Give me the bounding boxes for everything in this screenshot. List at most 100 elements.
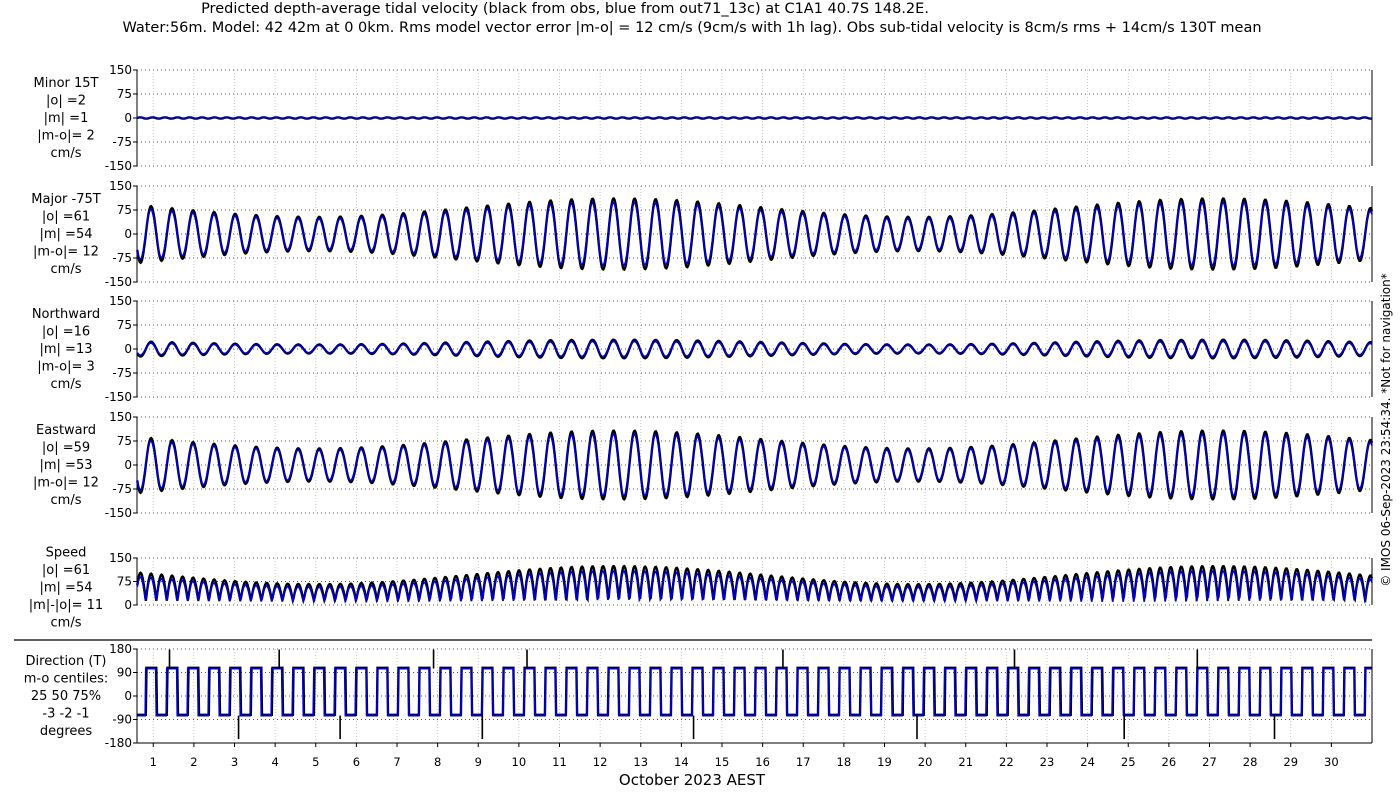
panel-label-minor: |m| =1 [44,111,89,126]
x-axis-label: October 2023 AEST [619,771,766,789]
panel-minor: 150 75 0 -75 -150 Minor 15T |o| =2 |m| =1 |m-o|=… [34,63,1373,173]
panel-label-minor: |o| =2 [46,94,86,109]
panel-speed: 150 75 0 Speed |o| =61 |m| =54 |m|-|o|= 11 cm/s [29,546,1374,631]
y-tick-label: -75 [112,251,132,265]
y-tick-label: 150 [109,410,132,424]
x-tick-label: 20 [918,755,933,769]
x-tick-label: 18 [837,755,852,769]
panel-east: 150 75 0 -75 -150 Eastward |o| =59 |m| =53 |m-o|… [33,410,1374,520]
panel-label-north: Northward [32,307,100,322]
y-tick-label: 0 [124,598,132,612]
x-tick-label: 8 [434,755,441,769]
x-tick-label: 7 [393,755,400,769]
x-tick-label: 14 [674,755,689,769]
panel-label-direction: 25 50 75% [31,689,101,704]
panel-label-minor: |m-o|= 2 [37,129,95,144]
series-model-north [136,340,1373,358]
x-tick-label: 5 [312,755,319,769]
tidal-velocity-figure: Predicted depth-average tidal velocity (… [14,1,1393,789]
x-tick-label: 4 [271,755,278,769]
panel-label-speed: |m|-|o|= 11 [29,598,103,613]
series-model-minor [137,116,1373,120]
x-tick-label: 24 [1080,755,1095,769]
chart-title-line2: Water:56m. Model: 42 42m at 0 0km. Rms m… [122,20,1261,36]
panel-direction: 180 90 0 -90 -180 Direction (T) m-o centiles: 2… [24,642,1373,750]
y-tick-label: -180 [105,736,132,750]
panel-label-north: |m| =13 [40,342,93,357]
panel-label-speed: |o| =61 [42,563,90,578]
y-tick-label: -75 [112,135,132,149]
y-tick-label: 0 [124,111,132,125]
y-tick-label: 75 [117,203,132,217]
x-tick-label: 19 [877,755,892,769]
panel-label-north: |m-o|= 3 [37,360,95,375]
y-tick-label: 0 [124,342,132,356]
copyright-note: © IMOS 06-Sep-2023 23:54:34. *Not for na… [1379,273,1393,587]
panel-label-speed: |m| =54 [40,581,93,596]
x-tick-label: 6 [353,755,360,769]
panel-label-east: |m| =53 [40,458,93,473]
x-tick-label: 21 [958,755,973,769]
x-tick-label: 11 [552,755,567,769]
y-tick-label: 180 [109,642,132,656]
panel-label-speed: Speed [46,546,87,561]
y-tick-label: 0 [124,458,132,472]
y-tick-label: -150 [105,159,132,173]
x-tick-label: 25 [1121,755,1136,769]
panel-label-direction: m-o centiles: [24,672,109,687]
x-tick-label: 13 [633,755,648,769]
chart-title-line1: Predicted depth-average tidal velocity (… [201,1,929,17]
y-tick-label: -150 [105,275,132,289]
x-tick-label: 28 [1243,755,1258,769]
y-tick-label: -75 [112,482,132,496]
y-tick-label: -150 [105,390,132,404]
y-tick-label: 75 [117,434,132,448]
y-tick-label: 90 [117,666,132,680]
panel-label-north: |o| =16 [42,325,90,340]
x-tick-label: 10 [512,755,527,769]
panel-label-major: |m| =54 [40,227,93,242]
panel-label-minor: Minor 15T [34,76,99,91]
x-tick-label: 30 [1324,755,1339,769]
panel-label-major: |o| =61 [42,210,90,225]
x-tick-label: 29 [1283,755,1298,769]
y-tick-label: 75 [117,575,132,589]
panel-label-north: cm/s [51,377,82,392]
y-tick-label: 150 [109,63,132,77]
x-tick-label: 17 [796,755,811,769]
x-tick-label: 12 [593,755,608,769]
x-tick-label: 15 [715,755,730,769]
panel-label-major: cm/s [51,262,82,277]
panel-label-minor: cm/s [51,146,82,161]
x-tick-label: 16 [755,755,770,769]
panels-group: 150750-75-150Minor 15T|o| =2|m| =1|m-o|=… [14,63,1374,769]
panel-label-east: |m-o|= 12 [33,476,99,491]
y-tick-label: -90 [112,713,132,727]
panel-label-speed: cm/s [51,616,82,631]
panel-label-direction: Direction (T) [26,654,107,669]
y-tick-label: 0 [124,227,132,241]
panel-label-direction: -3 -2 -1 [42,707,89,722]
y-tick-label: 150 [109,179,132,193]
panel-label-major: Major -75T [31,192,100,207]
x-tick-label: 22 [999,755,1014,769]
x-tick-label: 3 [231,755,238,769]
y-tick-label: 150 [109,294,132,308]
panel-label-east: cm/s [51,493,82,508]
panel-major: 150 75 0 -75 -150 Major -75T |o| =61 |m| =54 |m-… [31,179,1374,289]
panel-label-east: Eastward [36,423,96,438]
x-tick-label: 26 [1162,755,1177,769]
x-tick-label: 2 [190,755,197,769]
panel-label-direction: degrees [40,724,93,739]
y-tick-label: 75 [117,318,132,332]
x-tick-label: 23 [1040,755,1055,769]
y-tick-label: 150 [109,551,132,565]
x-tick-label: 1 [150,755,157,769]
y-tick-label: 0 [124,689,132,703]
y-tick-label: -75 [112,366,132,380]
x-tick-label: 9 [475,755,482,769]
y-tick-label: 75 [117,87,132,101]
panel-label-east: |o| =59 [42,441,90,456]
panel-north: 150 75 0 -75 -150 Northward |o| =16 |m| =13 |m-o… [32,294,1373,404]
y-tick-label: -150 [105,506,132,520]
